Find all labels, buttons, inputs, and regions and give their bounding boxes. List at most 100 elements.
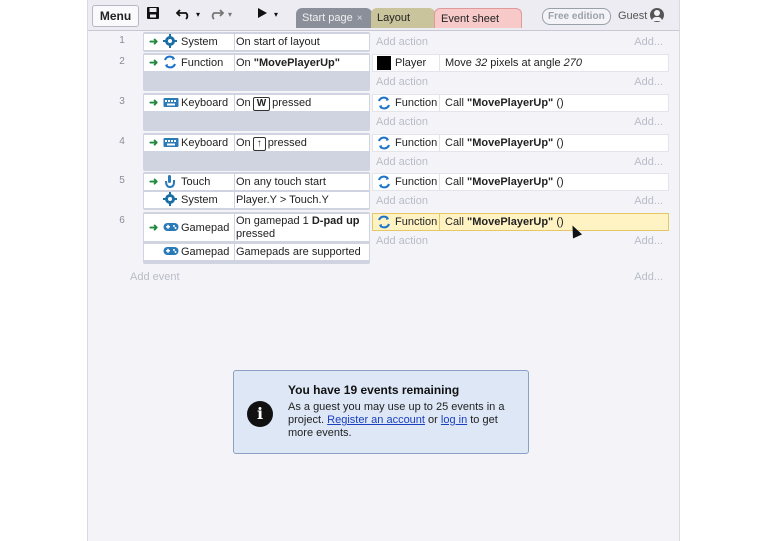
object-name: Function [395, 97, 438, 109]
function-name: "MovePlayerUp" [467, 137, 554, 149]
add-link[interactable]: Add... [634, 33, 663, 51]
condition-text: On any touch start [236, 176, 326, 188]
notice-text: or [424, 414, 441, 426]
function-icon [163, 55, 177, 69]
condition-text: On [236, 57, 254, 69]
condition[interactable]: System Player.Y > Touch.Y [143, 191, 370, 209]
action-text: Call [445, 137, 468, 149]
add-action-link[interactable]: Add action [376, 232, 428, 250]
redo-dropdown-icon[interactable]: ▾ [228, 6, 232, 24]
object-name: Function [395, 176, 438, 188]
add-action-link[interactable]: Add action [376, 153, 428, 171]
save-icon[interactable] [146, 6, 160, 25]
player-icon [377, 56, 391, 70]
function-name: "MovePlayerUp" [467, 97, 554, 109]
add-link[interactable]: Add... [634, 153, 663, 171]
condition[interactable]: ➜ Keyboard On ↑ pressed [143, 134, 370, 152]
trigger-arrow-icon: ➜ [149, 97, 159, 109]
event-block[interactable]: ➜ Keyboard On Wpressed Function Call "Mov… [143, 93, 669, 131]
add-link[interactable]: Add... [634, 232, 663, 250]
tab-start-page[interactable]: Start page × [296, 8, 372, 28]
add-link[interactable]: Add... [634, 271, 663, 283]
event-line-number: 2 [119, 56, 125, 67]
free-edition-badge[interactable]: Free edition [542, 8, 611, 25]
gamepad-icon [163, 220, 179, 234]
function-icon [377, 136, 391, 153]
add-action-link[interactable]: Add action [376, 192, 428, 210]
construct-editor: Menu ▾ ▾ ▾ Start page × Layout 1× Event s… [87, 0, 680, 541]
close-icon[interactable]: × [357, 13, 363, 24]
object-name: Keyboard [181, 97, 229, 109]
play-dropdown-icon[interactable]: ▾ [274, 6, 278, 24]
condition[interactable]: ➜ Function On "MovePlayerUp" [143, 54, 370, 72]
function-icon [377, 175, 391, 192]
action-text: Call [445, 97, 468, 109]
user-icon[interactable] [650, 8, 664, 22]
play-icon[interactable] [256, 6, 268, 25]
menu-button[interactable]: Menu [92, 5, 139, 27]
register-link[interactable]: Register an account [327, 414, 425, 426]
action[interactable]: Function Call "MovePlayerUp" () [372, 94, 669, 112]
login-link[interactable]: log in [441, 414, 467, 426]
condition-text: Gamepads are supported [236, 246, 361, 258]
function-name: "MovePlayerUp" [467, 176, 554, 188]
trigger-arrow-icon: ➜ [149, 57, 159, 69]
event-block[interactable]: ➜ Function On "MovePlayerUp" Player Move… [143, 53, 669, 91]
add-event-link[interactable]: Add event [130, 271, 180, 283]
object-name: System [181, 194, 218, 206]
add-action-link[interactable]: Add action [376, 113, 428, 131]
action[interactable]: Function Call "MovePlayerUp" () [372, 173, 669, 191]
object-name: Touch [181, 176, 211, 188]
object-name: Function [181, 57, 224, 69]
add-link[interactable]: Add... [634, 73, 663, 91]
undo-icon[interactable] [175, 6, 192, 25]
condition[interactable]: ➜ Gamepad On gamepad 1 D-pad up pressed [143, 213, 370, 242]
trigger-arrow-icon: ➜ [149, 222, 159, 234]
add-action-link[interactable]: Add action [376, 33, 428, 51]
object-name: Gamepad [181, 222, 230, 234]
gear-icon [163, 34, 177, 48]
event-block[interactable]: ➜ Keyboard On ↑ pressed Function Call "Mov… [143, 133, 669, 171]
gear-icon [163, 192, 177, 206]
event-block[interactable]: ➜ Touch On any touch start System Player… [143, 172, 669, 210]
condition-text: pressed [267, 137, 307, 149]
condition[interactable]: Gamepad Gamepads are supported [143, 243, 370, 261]
condition-text: On start of layout [236, 36, 320, 48]
undo-dropdown-icon[interactable]: ▾ [196, 6, 200, 24]
condition[interactable]: ➜ Touch On any touch start [143, 173, 370, 191]
toolbar: Menu ▾ ▾ ▾ Start page × Layout 1× Event s… [88, 0, 679, 45]
key-badge: ↑ [252, 137, 266, 151]
condition-text: On [236, 97, 251, 109]
object-name: Function [395, 216, 438, 228]
gamepad-icon [163, 244, 179, 258]
action[interactable]: Player Move 32 pixels at angle 270 [372, 54, 669, 72]
action[interactable]: Function Call "MovePlayerUp" () [372, 134, 669, 152]
event-block[interactable]: ➜ System On start of layout Add action A… [143, 32, 669, 52]
condition-text: pressed [272, 97, 312, 109]
redo-icon[interactable] [208, 6, 225, 25]
event-block[interactable]: ➜ Gamepad On gamepad 1 D-pad up pressed G… [143, 212, 669, 264]
condition-text: Player.Y > Touch.Y [236, 194, 329, 206]
function-name: "MovePlayerUp" [253, 57, 340, 69]
add-link[interactable]: Add... [634, 192, 663, 210]
tab-layout-1[interactable]: Layout 1× [371, 8, 435, 44]
object-name: System [181, 36, 218, 48]
function-icon [377, 96, 391, 113]
condition[interactable]: ➜ Keyboard On Wpressed [143, 94, 370, 112]
object-name: Function [395, 137, 438, 149]
action-param: 32 [474, 57, 488, 69]
object-name: Gamepad [181, 246, 230, 258]
trigger-arrow-icon: ➜ [149, 137, 159, 149]
condition-param: D-pad up [311, 215, 360, 227]
condition[interactable]: ➜ System On start of layout [143, 33, 370, 51]
tab-event-sheet-1[interactable]: Event sheet 1× [434, 8, 522, 45]
add-action-link[interactable]: Add action [376, 73, 428, 91]
add-link[interactable]: Add... [634, 113, 663, 131]
notice-body: As a guest you may use up to 25 events i… [288, 401, 516, 440]
object-name: Player [395, 57, 427, 69]
action-selected[interactable]: Function Call "MovePlayerUp" () [372, 213, 669, 231]
action-text: () [553, 216, 564, 228]
guest-label[interactable]: Guest [618, 8, 647, 24]
info-icon: i [247, 401, 273, 427]
trigger-arrow-icon: ➜ [149, 36, 159, 48]
